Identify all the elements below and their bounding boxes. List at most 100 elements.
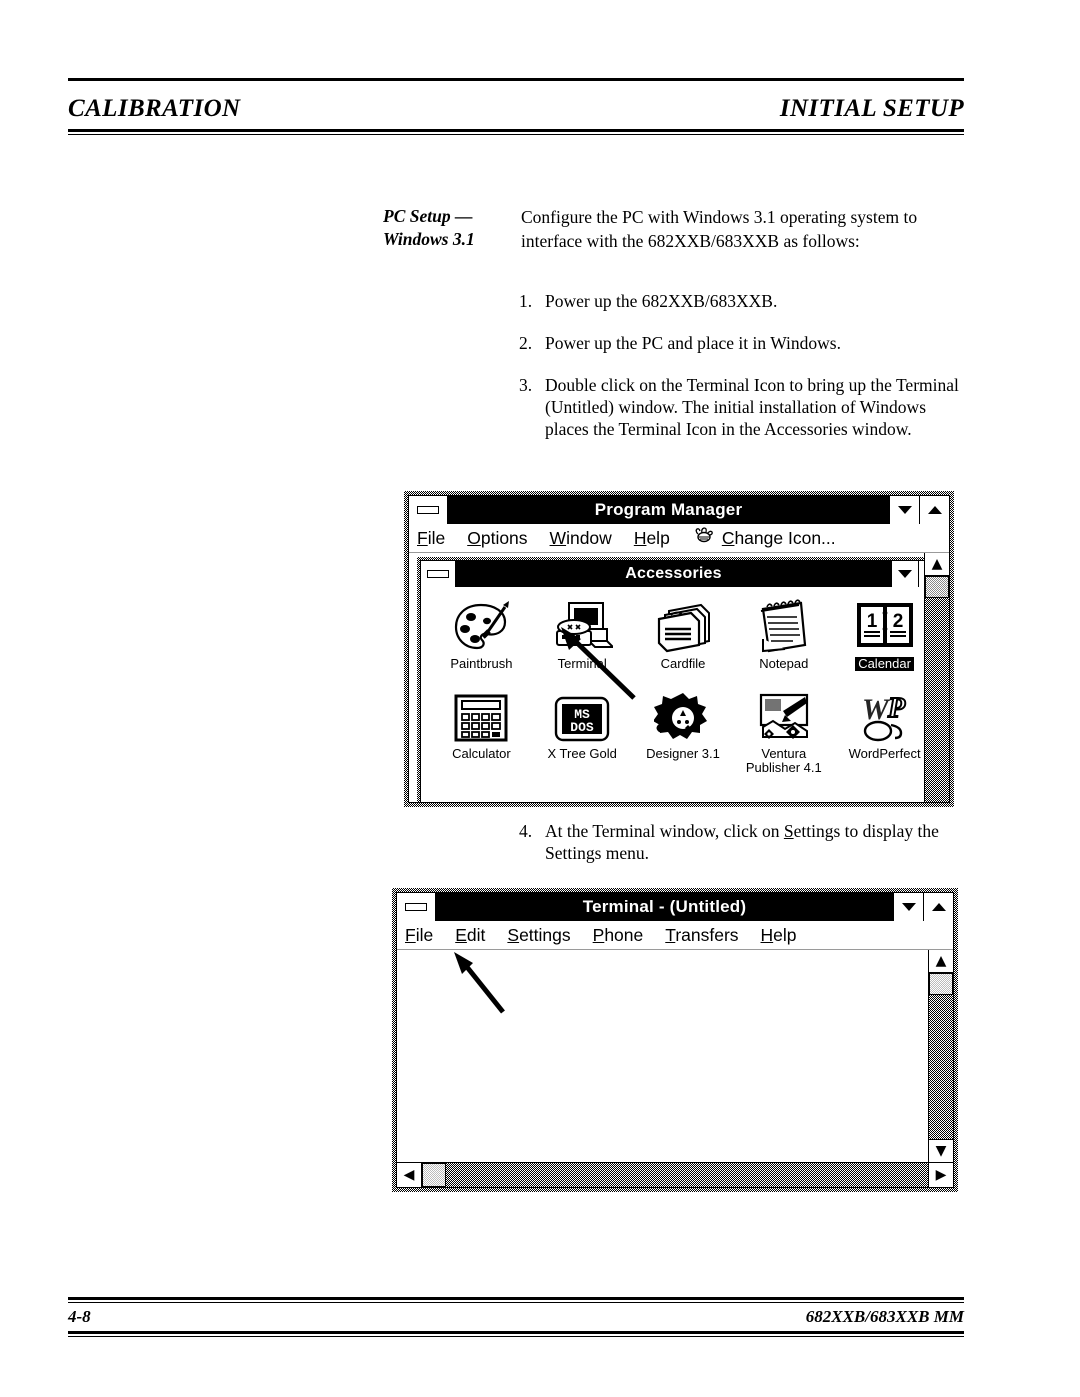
section-side-heading: PC Setup — Windows 3.1 xyxy=(383,205,518,251)
minimize-button[interactable] xyxy=(889,496,919,524)
program-icon-paintbrush[interactable]: Paintbrush xyxy=(435,593,527,671)
list-item: 1. Power up the 682XXB/683XXB. xyxy=(519,290,959,312)
program-icon-terminal[interactable]: Terminal xyxy=(536,593,628,671)
program-manager-menu-bar[interactable]: File Options Window Help Change Icon... xyxy=(409,524,949,553)
doodle-bug-icon xyxy=(692,526,714,551)
icon-row: Paintbrush Terminal Cardfile Notepad 1 2… xyxy=(421,593,945,671)
terminal-menu-bar[interactable]: File Edit Settings Phone Transfers Help xyxy=(397,921,953,950)
scroll-left-arrow-icon[interactable]: ◀ xyxy=(397,1163,422,1187)
numbered-step-list: 1. Power up the 682XXB/683XXB. 2. Power … xyxy=(519,290,959,460)
svg-text:P: P xyxy=(887,693,906,724)
scrollbar-thumb[interactable] xyxy=(925,576,949,598)
accessories-group-window[interactable]: Accessories Paintbrush Terminal Cardfile… xyxy=(417,557,949,802)
program-icon-calculator[interactable]: Calculator xyxy=(435,683,527,775)
calculator-icon xyxy=(453,683,509,745)
manual-id: 682XXB/683XXB MM xyxy=(805,1307,964,1326)
menu-item-settings[interactable]: Settings xyxy=(507,925,570,946)
menu-item-help[interactable]: Help xyxy=(761,925,797,946)
accessories-title-bar[interactable]: Accessories xyxy=(421,561,945,587)
step-number: 3. xyxy=(519,375,533,395)
icon-label: Notepad xyxy=(759,656,809,671)
menu-item-edit[interactable]: Edit xyxy=(455,925,485,946)
icon-label: Designer 3.1 xyxy=(646,746,720,761)
scrollbar-thumb[interactable] xyxy=(422,1163,446,1187)
terminal-icon xyxy=(551,593,614,655)
msdos-icon: MS DOS xyxy=(553,683,611,745)
footer-rule-bottom-hairline xyxy=(68,1336,964,1337)
scroll-right-arrow-icon[interactable]: ▶ xyxy=(928,1163,953,1187)
system-menu-icon[interactable] xyxy=(409,496,448,524)
scroll-up-arrow-icon[interactable]: ▲ xyxy=(929,950,953,973)
system-menu-icon[interactable] xyxy=(397,893,436,921)
maximize-button[interactable] xyxy=(923,893,953,921)
terminal-text-area[interactable] xyxy=(397,950,928,1162)
side-heading-line-2: Windows 3.1 xyxy=(383,229,475,249)
paintbrush-icon xyxy=(451,593,511,655)
accessories-icon-pane: Paintbrush Terminal Cardfile Notepad 1 2… xyxy=(421,587,945,802)
header-rule-bottom-hairline xyxy=(68,134,964,135)
step-number: 4. xyxy=(519,821,533,841)
accessories-title: Accessories xyxy=(625,565,722,582)
terminal-title-bar[interactable]: Terminal - (Untitled) xyxy=(397,893,953,921)
program-icon-xtreegold[interactable]: MS DOS X Tree Gold xyxy=(536,683,628,775)
program-icon-notepad[interactable]: Notepad xyxy=(738,593,830,671)
icon-label: Paintbrush xyxy=(450,656,513,671)
maximize-button[interactable] xyxy=(919,496,949,524)
list-item: 3. Double click on the Terminal Icon to … xyxy=(519,374,959,440)
side-heading-line-1: PC Setup — xyxy=(383,206,473,226)
program-icon-ventura[interactable]: Ventura Publisher 4.1 xyxy=(738,683,830,775)
callout-arrow-settings xyxy=(454,952,505,1014)
menu-item-phone[interactable]: Phone xyxy=(593,925,644,946)
footer-rule-bottom xyxy=(68,1331,964,1334)
document-page: CALIBRATION INITIAL SETUP PC Setup — Win… xyxy=(0,0,1080,1397)
program-manager-window[interactable]: Program Manager File Options Window Help xyxy=(400,487,958,811)
scroll-down-arrow-icon[interactable]: ▼ xyxy=(929,1139,953,1162)
svg-text:DOS: DOS xyxy=(570,720,594,735)
running-header: CALIBRATION INITIAL SETUP xyxy=(68,78,964,135)
step-text: At the Terminal window, click on Setting… xyxy=(545,821,939,863)
page-footer: 4-8 682XXB/683XXB MM xyxy=(68,1297,964,1337)
chevron-down-icon xyxy=(898,570,912,578)
step-number: 1. xyxy=(519,291,533,311)
svg-text:1: 1 xyxy=(866,611,877,632)
program-icon-designer[interactable]: Designer 3.1 xyxy=(637,683,729,775)
icon-label-selected: Calendar xyxy=(855,657,914,671)
intro-paragraph: Configure the PC with Windows 3.1 operat… xyxy=(521,207,918,251)
scroll-up-arrow-icon[interactable]: ▲ xyxy=(925,553,949,576)
icon-label: Ventura xyxy=(761,746,807,761)
header-rule-bottom xyxy=(68,129,964,132)
menu-item-window[interactable]: Window xyxy=(550,528,612,549)
icon-label: Calculator xyxy=(452,746,511,761)
chevron-up-icon xyxy=(927,506,942,514)
program-manager-title: Program Manager xyxy=(594,500,743,519)
chevron-down-icon xyxy=(901,903,916,911)
menu-item-file[interactable]: File xyxy=(417,528,445,549)
program-manager-vertical-scrollbar[interactable]: ▲ xyxy=(924,553,949,802)
notepad-icon xyxy=(755,593,813,655)
group-minimize-button[interactable] xyxy=(891,561,918,587)
step-text: Power up the PC and place it in Windows. xyxy=(545,333,841,353)
terminal-client-area: ▲ ▼ xyxy=(397,950,953,1162)
program-icon-calendar[interactable]: 1 2 Calendar xyxy=(839,593,931,671)
program-icon-cardfile[interactable]: Cardfile xyxy=(637,593,729,671)
terminal-vertical-scrollbar[interactable]: ▲ ▼ xyxy=(928,950,953,1162)
ventura-icon xyxy=(755,683,813,745)
list-item: 2. Power up the PC and place it in Windo… xyxy=(519,332,959,354)
designer-icon xyxy=(653,683,712,745)
minimize-button[interactable] xyxy=(893,893,923,921)
program-icon-wordperfect[interactable]: W P WordPerfect xyxy=(839,683,931,775)
menu-item-transfers[interactable]: Transfers xyxy=(665,925,738,946)
wordperfect-icon: W P xyxy=(856,683,914,745)
chevron-up-icon xyxy=(931,903,946,911)
menu-item-options[interactable]: Options xyxy=(467,528,527,549)
menu-item-file[interactable]: File xyxy=(405,925,433,946)
group-system-menu-icon[interactable] xyxy=(421,561,456,587)
program-manager-title-bar[interactable]: Program Manager xyxy=(409,496,949,524)
menu-item-change-icon[interactable]: Change Icon... xyxy=(722,528,836,549)
terminal-horizontal-scrollbar[interactable]: ◀ ▶ xyxy=(397,1162,953,1187)
scrollbar-thumb[interactable] xyxy=(929,973,953,995)
terminal-window[interactable]: Terminal - (Untitled) File Edit Settings… xyxy=(392,888,958,1192)
icon-label: X Tree Gold xyxy=(547,746,617,761)
cardfile-icon xyxy=(653,593,713,655)
menu-item-help[interactable]: Help xyxy=(634,528,670,549)
